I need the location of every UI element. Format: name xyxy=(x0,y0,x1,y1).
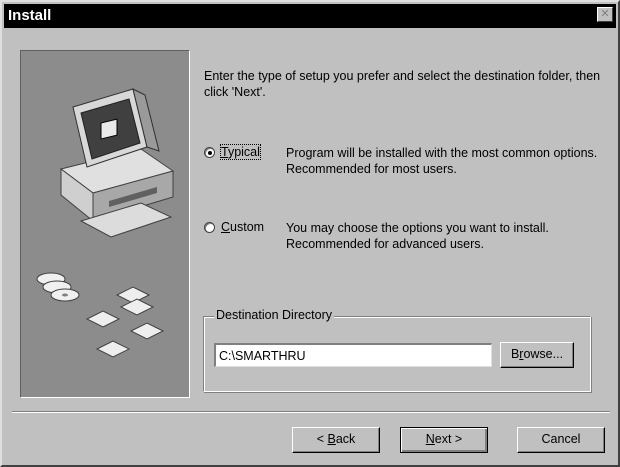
computer-illustration xyxy=(36,88,175,358)
destination-legend: Destination Directory xyxy=(214,308,335,322)
typical-radio[interactable] xyxy=(204,147,215,158)
back-button[interactable]: < Back xyxy=(292,427,380,453)
cd-disc-icon xyxy=(36,272,80,302)
computer-icon xyxy=(59,88,175,238)
cancel-button[interactable]: Cancel xyxy=(517,427,605,453)
browse-button[interactable]: Browse... xyxy=(500,342,574,368)
close-button[interactable]: ✕ xyxy=(597,7,613,22)
custom-radio[interactable] xyxy=(204,222,215,233)
floppy-disk-icon xyxy=(85,286,165,358)
title-bar[interactable]: Install ✕ xyxy=(4,4,616,28)
install-dialog: Install ✕ Enter the type of setup you pr… xyxy=(0,0,620,467)
custom-label[interactable]: Custom xyxy=(221,220,264,234)
window-title: Install xyxy=(8,7,52,24)
setup-illustration xyxy=(20,50,190,398)
custom-description: You may choose the options you want to i… xyxy=(286,221,549,251)
typical-label[interactable]: Typical xyxy=(220,144,261,160)
destination-groupbox: Destination Directory Browse... xyxy=(203,308,591,392)
destination-path-field[interactable] xyxy=(214,343,492,367)
next-button[interactable]: Next > xyxy=(400,427,488,453)
typical-description: Program will be installed with the most … xyxy=(286,146,598,176)
instructions-text: Enter the type of setup you prefer and s… xyxy=(204,69,601,99)
separator xyxy=(12,411,610,413)
close-icon: ✕ xyxy=(600,8,610,20)
